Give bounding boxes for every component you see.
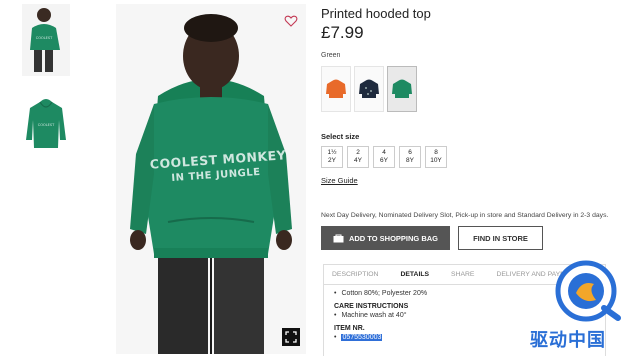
add-to-bag-label: ADD TO SHOPPING BAG (348, 233, 439, 243)
size-option-line2: 8Y (406, 157, 414, 164)
product-price: £7.99 (321, 23, 364, 42)
swatch-green[interactable] (387, 66, 417, 112)
delivery-info: Next Day Delivery, Nominated Delivery Sl… (321, 212, 609, 219)
watermark-logo-icon (555, 260, 621, 322)
size-option-line1: 1½ (327, 149, 337, 156)
product-title: Printed hooded top (321, 6, 431, 21)
size-options: 1½ 2Y 2 4Y 4 6Y 6 8Y 8 10Y (321, 146, 447, 168)
swatch-orange[interactable] (321, 66, 351, 112)
item-nr-value[interactable]: 0575530003 (341, 334, 383, 341)
tab-description[interactable]: DESCRIPTION (332, 271, 378, 278)
thumbnail-model[interactable]: COOLEST (22, 4, 70, 76)
size-option-line1: 2 (356, 149, 360, 156)
color-label: Green (321, 52, 341, 59)
size-option-line2: 2Y (328, 157, 336, 164)
size-option[interactable]: 4 6Y (373, 146, 395, 168)
size-option-line2: 4Y (354, 157, 362, 164)
size-option-line1: 4 (382, 149, 386, 156)
hoodie-thumbnail-image: COOLEST (22, 90, 70, 162)
model-thumbnail-image: COOLEST (22, 4, 70, 76)
watermark-text: 驱动中国 (530, 330, 606, 351)
hoodie-green-icon (392, 79, 412, 98)
size-option-line1: 6 (408, 149, 412, 156)
main-product-image[interactable]: COOLEST MONKEY IN THE JUNGLE (116, 4, 306, 354)
hoodie-orange-icon (326, 79, 346, 98)
fullscreen-expand-icon[interactable] (282, 328, 300, 346)
size-option-line2: 6Y (380, 157, 388, 164)
add-to-bag-button[interactable]: ADD TO SHOPPING BAG (321, 226, 450, 250)
color-swatches (321, 66, 417, 112)
size-option-line1: 8 (434, 149, 438, 156)
tab-details[interactable]: DETAILS (400, 271, 429, 278)
find-in-store-button[interactable]: FIND IN STORE (458, 226, 543, 250)
watermark: 驱动中国 (522, 260, 634, 356)
thumbnail-strip: COOLEST COOLEST (22, 4, 74, 176)
thumbnail-product[interactable]: COOLEST (22, 90, 70, 162)
size-option[interactable]: 8 10Y (425, 146, 447, 168)
swatch-navy[interactable] (354, 66, 384, 112)
svg-text:COOLEST: COOLEST (38, 123, 55, 127)
size-guide-link[interactable]: Size Guide (321, 176, 358, 185)
hoodie-navy-icon (359, 79, 379, 98)
size-option[interactable]: 2 4Y (347, 146, 369, 168)
product-info-panel: Printed hooded top £7.99 Green Select si… (321, 4, 621, 356)
size-option[interactable]: 1½ 2Y (321, 146, 343, 168)
svg-text:COOLEST: COOLEST (36, 36, 53, 40)
shopping-bag-icon (333, 234, 344, 242)
size-label: Select size (321, 132, 360, 141)
size-option[interactable]: 6 8Y (399, 146, 421, 168)
tab-share[interactable]: SHARE (451, 271, 474, 278)
size-option-line2: 10Y (430, 157, 442, 164)
favorite-heart-icon[interactable] (284, 14, 298, 28)
